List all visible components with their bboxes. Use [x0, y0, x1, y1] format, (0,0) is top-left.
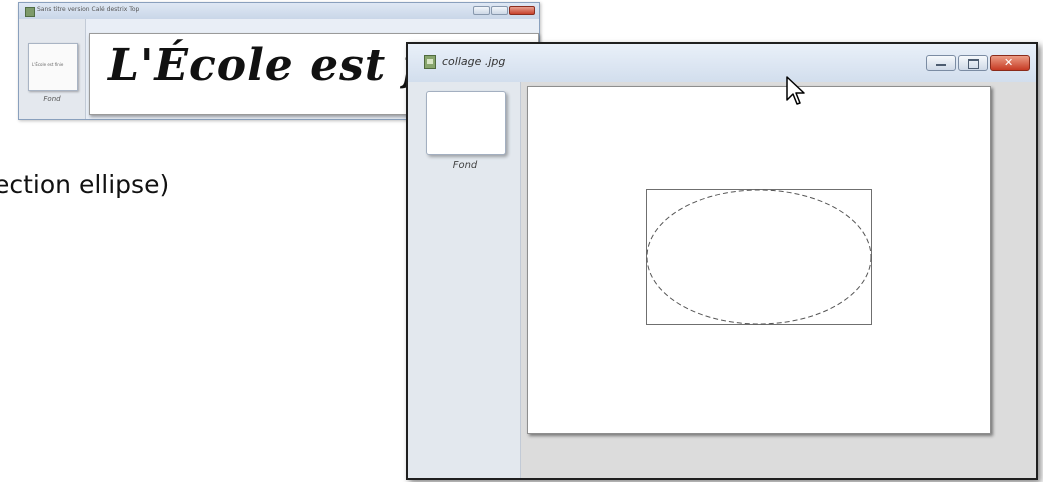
- layer-thumbnail-text: L'École est finie: [32, 62, 64, 67]
- layer-thumbnail[interactable]: L'École est finie: [28, 43, 78, 91]
- layer-label: Fond: [452, 160, 478, 171]
- maximize-button[interactable]: [958, 55, 988, 71]
- minimize-button[interactable]: [473, 6, 490, 15]
- workspace[interactable]: [521, 82, 1036, 478]
- ellipse-selection[interactable]: [646, 189, 872, 325]
- image-canvas[interactable]: [527, 86, 991, 434]
- close-button[interactable]: [990, 55, 1030, 71]
- mouse-cursor-icon: [786, 76, 805, 105]
- background-window-title: Sans titre version Calé destrix Top: [37, 6, 140, 13]
- selection-ellipse-marquee: [646, 189, 872, 325]
- layer-thumbnail-fond[interactable]: [426, 91, 506, 155]
- background-layers-panel: L'École est finie Fond: [19, 19, 86, 119]
- image-window[interactable]: collage .jpg Fond: [406, 42, 1038, 480]
- window-title: collage .jpg: [442, 55, 506, 68]
- layer-label: Fond: [43, 95, 61, 103]
- background-window-titlebar[interactable]: Sans titre version Calé destrix Top: [19, 3, 539, 19]
- app-icon: [25, 7, 35, 17]
- minimize-button[interactable]: [926, 55, 956, 71]
- canvas-headline: L'École est f: [108, 40, 423, 91]
- slide-caption: ection ellipse): [0, 170, 170, 199]
- image-file-icon: [424, 55, 436, 69]
- close-button[interactable]: [509, 6, 535, 15]
- window-titlebar[interactable]: collage .jpg: [408, 44, 1036, 82]
- maximize-button[interactable]: [491, 6, 508, 15]
- layers-panel: Fond: [408, 82, 521, 478]
